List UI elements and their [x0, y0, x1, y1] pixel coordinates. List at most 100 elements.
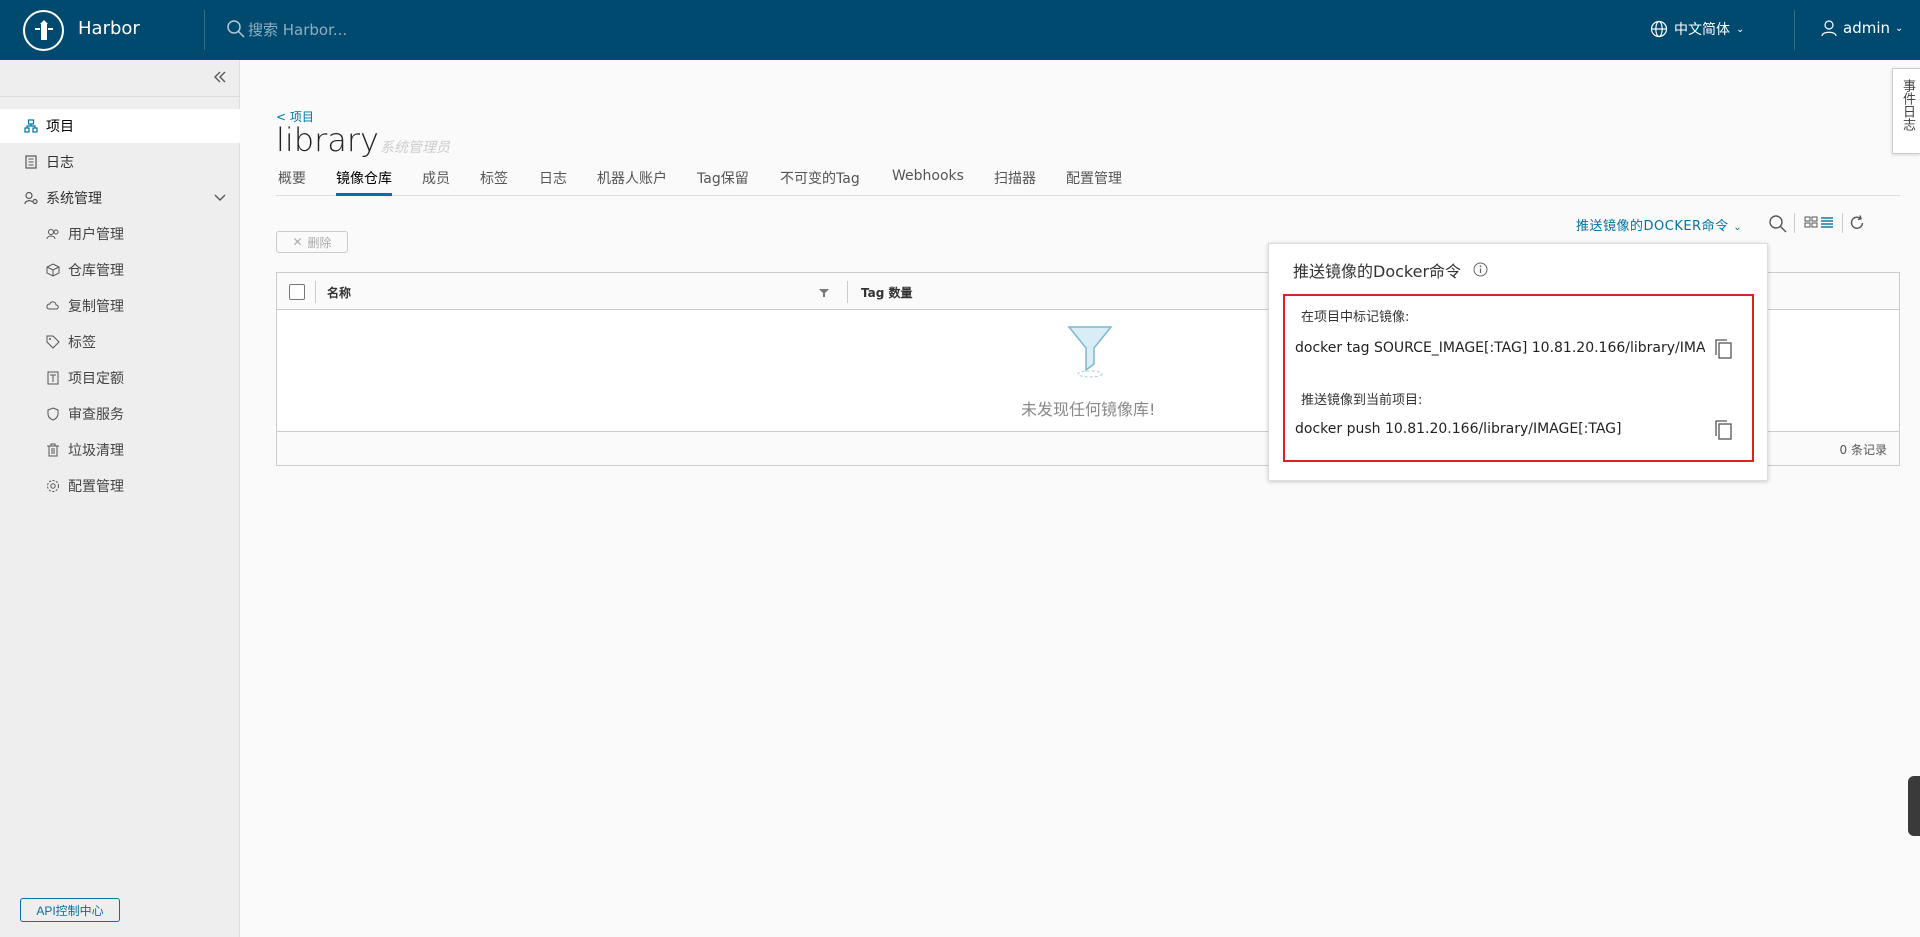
- language-label: 中文简体: [1674, 22, 1730, 38]
- sidebar-item-registries[interactable]: 仓库管理: [0, 253, 240, 287]
- chevron-down-icon: [214, 192, 226, 208]
- push-command-dropdown[interactable]: 推送镜像的DOCKER命令 ⌄: [1576, 215, 1742, 234]
- language-selector[interactable]: 中文简体 ⌄: [1650, 19, 1744, 39]
- chevron-down-icon: ⌄: [1733, 222, 1743, 233]
- sidebar-item-logs[interactable]: 日志: [0, 145, 240, 179]
- sidebar-item-label: 复制管理: [68, 299, 124, 315]
- record-count: 0 条记录: [1839, 443, 1887, 457]
- admin-icon: [24, 191, 38, 205]
- sidebar-item-label: 仓库管理: [68, 263, 124, 279]
- tab-webhooks[interactable]: Webhooks: [892, 166, 964, 196]
- chevron-down-icon: ⌄: [1895, 22, 1904, 34]
- list-view-icon[interactable]: [1820, 214, 1834, 232]
- info-icon[interactable]: [1473, 262, 1488, 281]
- page-title: library: [276, 121, 379, 159]
- column-header-name[interactable]: 名称: [327, 284, 351, 301]
- globe-icon: [1650, 20, 1668, 38]
- column-divider: [847, 281, 848, 303]
- search-icon[interactable]: [226, 19, 246, 43]
- tab-members[interactable]: 成员: [422, 166, 450, 196]
- collapse-sidebar-icon[interactable]: [212, 69, 228, 89]
- tab-repositories[interactable]: 镜像仓库: [336, 166, 392, 196]
- tab-labels[interactable]: 标签: [480, 166, 508, 196]
- api-explorer-button[interactable]: API控制中心: [20, 898, 120, 922]
- tab-robot-accounts[interactable]: 机器人账户: [597, 166, 667, 196]
- chevron-down-icon: ⌄: [1736, 23, 1745, 35]
- sidebar-item-label: 标签: [68, 335, 96, 351]
- sidebar-item-replication[interactable]: 复制管理: [0, 289, 240, 323]
- quota-icon: [46, 371, 60, 385]
- projects-icon: [24, 119, 38, 133]
- close-icon: ✕: [292, 235, 303, 249]
- tab-configuration[interactable]: 配置管理: [1066, 166, 1122, 196]
- filter-icon[interactable]: [819, 286, 829, 302]
- copy-icon[interactable]: [1713, 419, 1733, 445]
- search-input[interactable]: [248, 18, 548, 42]
- sidebar-item-label: 用户管理: [68, 227, 124, 243]
- tag-command-label: 在项目中标记镜像:: [1301, 310, 1410, 325]
- push-command-label: 推送镜像的DOCKER命令: [1576, 219, 1729, 234]
- harbor-logo-icon[interactable]: [23, 10, 64, 51]
- trash-icon: [46, 443, 60, 457]
- sidebar: 项目 日志 系统管理 用户管理 仓库管理 复制管理 标签 项目定额 审查服务 垃…: [0, 60, 240, 937]
- event-log-label: 事件日志: [1900, 79, 1915, 131]
- tag-icon: [46, 335, 60, 349]
- refresh-icon[interactable]: [1848, 214, 1866, 236]
- sidebar-item-config[interactable]: 配置管理: [0, 469, 240, 503]
- scroll-handle[interactable]: [1908, 776, 1920, 836]
- header-divider: [204, 10, 205, 50]
- top-header: Harbor 中文简体 ⌄ admin ⌄: [0, 0, 1920, 60]
- search-icon[interactable]: [1768, 214, 1788, 238]
- delete-button[interactable]: ✕ 删除: [276, 231, 348, 253]
- username: admin: [1843, 19, 1890, 37]
- sidebar-item-admin[interactable]: 系统管理: [0, 181, 240, 215]
- project-tabs: 概要 镜像仓库 成员 标签 日志 机器人账户 Tag保留 不可变的Tag Web…: [276, 166, 1900, 196]
- sidebar-item-label: 配置管理: [68, 479, 124, 495]
- push-command-label: 推送镜像到当前项目:: [1301, 393, 1423, 408]
- user-icon: [1821, 20, 1837, 37]
- column-header-tag-count[interactable]: Tag 数量: [861, 284, 913, 301]
- shield-icon: [46, 407, 60, 421]
- toolbar-divider: [1794, 213, 1795, 233]
- sidebar-item-label: 审查服务: [68, 407, 124, 423]
- sidebar-item-interrogation[interactable]: 审查服务: [0, 397, 240, 431]
- header-divider: [1794, 10, 1795, 50]
- delete-button-label: 删除: [307, 235, 332, 250]
- divider: [0, 96, 240, 97]
- sidebar-item-label: 项目: [46, 119, 74, 135]
- sidebar-item-labels[interactable]: 标签: [0, 325, 240, 359]
- tab-immutable-tags[interactable]: 不可变的Tag: [780, 166, 860, 196]
- sidebar-item-label: 系统管理: [46, 191, 102, 207]
- log-icon: [24, 155, 38, 169]
- tab-logs[interactable]: 日志: [539, 166, 567, 196]
- sidebar-item-projects[interactable]: 项目: [0, 109, 240, 143]
- tab-summary[interactable]: 概要: [278, 166, 306, 196]
- highlighted-command-box: 在项目中标记镜像: docker tag SOURCE_IMAGE[:TAG] …: [1283, 294, 1754, 462]
- app-title[interactable]: Harbor: [78, 18, 140, 39]
- push-command-popover: 推送镜像的Docker命令 在项目中标记镜像: docker tag SOURC…: [1268, 243, 1768, 481]
- sidebar-item-gc[interactable]: 垃圾清理: [0, 433, 240, 467]
- card-view-icon[interactable]: [1804, 214, 1818, 232]
- registry-icon: [46, 263, 60, 277]
- tab-tag-retention[interactable]: Tag保留: [697, 166, 749, 196]
- gear-icon: [46, 479, 60, 493]
- toolbar-divider: [1842, 213, 1843, 233]
- sidebar-item-label: 项目定额: [68, 371, 124, 387]
- select-all-checkbox[interactable]: [289, 284, 305, 300]
- column-divider: [315, 281, 316, 303]
- replication-icon: [46, 299, 60, 313]
- empty-state-text: 未发现任何镜像库!: [1021, 400, 1156, 419]
- role-label: 系统管理员: [380, 140, 450, 156]
- tab-scanner[interactable]: 扫描器: [994, 166, 1036, 196]
- tag-command-text[interactable]: docker tag SOURCE_IMAGE[:TAG] 10.81.20.1…: [1295, 340, 1705, 356]
- event-log-tab[interactable]: 事件日志: [1892, 68, 1920, 154]
- user-menu[interactable]: admin ⌄: [1820, 19, 1903, 37]
- empty-funnel-icon: [1067, 324, 1113, 384]
- sidebar-item-users[interactable]: 用户管理: [0, 217, 240, 251]
- sidebar-item-label: 日志: [46, 155, 74, 171]
- users-icon: [46, 227, 60, 241]
- sidebar-item-quotas[interactable]: 项目定额: [0, 361, 240, 395]
- push-command-text[interactable]: docker push 10.81.20.166/library/IMAGE[:…: [1295, 421, 1705, 437]
- popover-title: 推送镜像的Docker命令: [1293, 262, 1462, 281]
- copy-icon[interactable]: [1713, 338, 1733, 364]
